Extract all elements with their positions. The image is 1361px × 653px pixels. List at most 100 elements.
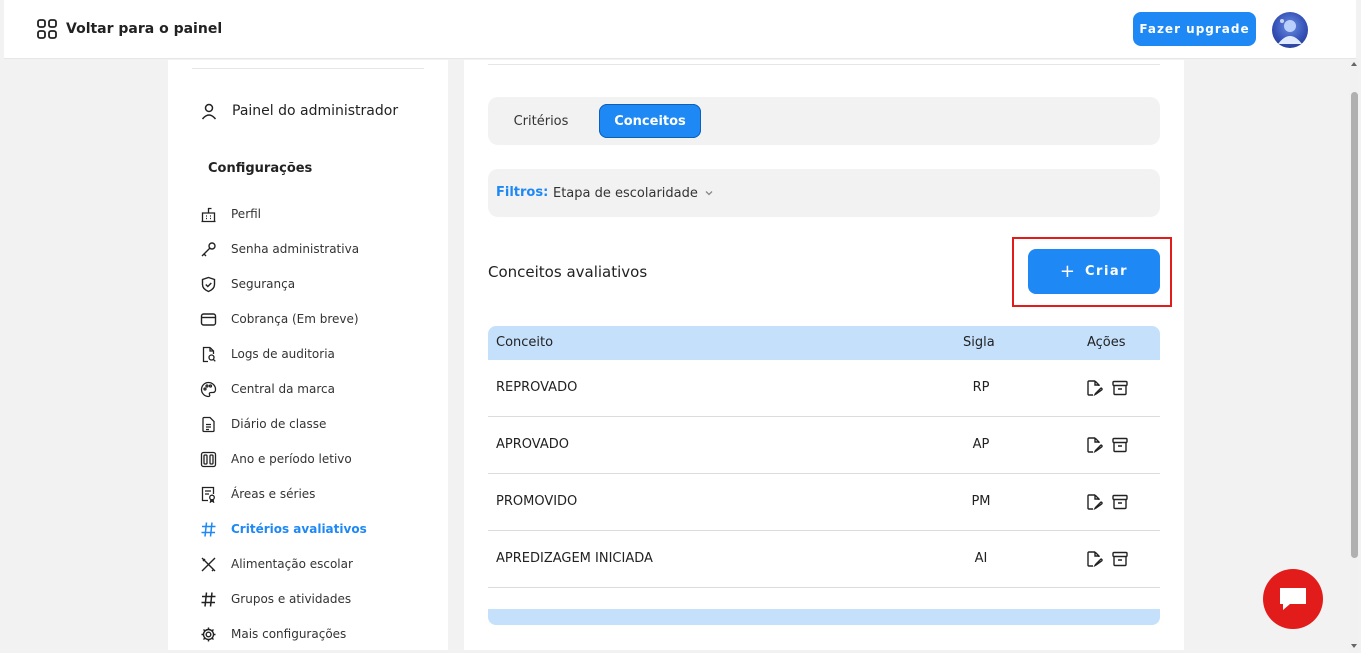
create-button[interactable]: + Criar — [1028, 249, 1160, 294]
gear-icon — [200, 626, 217, 643]
table-row: APREDIZAGEM INICIADA AI — [488, 531, 1160, 588]
document-search-icon — [200, 346, 217, 363]
cell-conceito: REPROVADO — [496, 380, 578, 395]
grid-icon — [37, 19, 57, 39]
cell-sigla: AI — [974, 551, 988, 566]
utensils-icon — [200, 556, 217, 573]
wallet-icon — [200, 311, 217, 328]
archive-icon[interactable] — [1111, 493, 1129, 511]
filters-label: Filtros: — [496, 185, 549, 200]
column-header-conceito: Conceito — [496, 335, 554, 350]
sidebar-item-alimentacao-escolar[interactable]: Alimentação escolar — [200, 554, 353, 574]
user-avatar-icon — [1278, 19, 1302, 44]
row-actions — [1085, 379, 1129, 397]
sidebar-item-mais-configuracoes[interactable]: Mais configurações — [200, 624, 346, 644]
sidebar-item-senha-administrativa[interactable]: Senha administrativa — [200, 239, 359, 259]
back-to-dashboard-link[interactable]: Voltar para o painel — [36, 17, 222, 41]
sidebar-item-admin-panel[interactable]: Painel do administrador — [200, 100, 398, 122]
cell-conceito: APREDIZAGEM INICIADA — [496, 551, 653, 566]
tab-conceitos[interactable]: Conceitos — [599, 104, 701, 138]
sidebar-item-label: Logs de auditoria — [231, 347, 335, 361]
sidebar-item-diario-de-classe[interactable]: Diário de classe — [200, 414, 326, 434]
avatar[interactable] — [1272, 12, 1308, 48]
top-bar: Voltar para o painel Fazer upgrade — [4, 0, 1356, 59]
sidebar-item-ano-e-periodo-letivo[interactable]: Ano e período letivo — [200, 449, 352, 469]
sidebar-item-perfil[interactable]: Perfil — [200, 204, 261, 224]
cell-conceito: APROVADO — [496, 437, 569, 452]
scrollbar-thumb[interactable] — [1351, 92, 1358, 558]
section-title: Conceitos avaliativos — [488, 263, 648, 281]
archive-icon[interactable] — [1111, 436, 1129, 454]
back-to-dashboard-label: Voltar para o painel — [66, 21, 223, 37]
plus-icon: + — [1059, 260, 1075, 282]
sidebar-item-label: Mais configurações — [231, 627, 347, 641]
cell-sigla: PM — [971, 494, 991, 509]
sidebar-item-seguranca[interactable]: Segurança — [200, 274, 295, 294]
palette-icon — [200, 381, 217, 398]
sidebar-item-label: Diário de classe — [231, 417, 327, 431]
sidebar-item-label: Áreas e séries — [231, 487, 316, 501]
calendar-columns-icon — [200, 451, 217, 468]
create-button-label: Criar — [1085, 264, 1129, 279]
sidebar-item-criterios-avaliativos[interactable]: Critérios avaliativos — [200, 519, 367, 539]
hash-icon — [200, 521, 217, 538]
table-footer — [488, 609, 1160, 625]
upgrade-button[interactable]: Fazer upgrade — [1133, 12, 1256, 46]
sidebar-item-label: Senha administrativa — [231, 242, 360, 256]
column-header-acoes: Ações — [1087, 335, 1126, 350]
archive-icon[interactable] — [1111, 550, 1129, 568]
filters-bar: Filtros: Etapa de escolaridade — [488, 169, 1160, 217]
shield-icon — [200, 276, 217, 293]
sidebar-item-cobranca[interactable]: Cobrança (Em breve) — [200, 309, 359, 329]
certificate-icon — [200, 486, 217, 503]
edit-icon[interactable] — [1085, 493, 1103, 511]
tab-bar: Critérios Conceitos — [488, 97, 1160, 145]
stage-filter-dropdown[interactable]: Etapa de escolaridade — [553, 183, 714, 203]
sidebar-item-label: Painel do administrador — [232, 103, 399, 119]
cell-sigla: AP — [972, 437, 990, 452]
sidebar-item-label: Ano e período letivo — [231, 452, 352, 466]
table-row: REPROVADO RP — [488, 360, 1160, 417]
tab-criterios[interactable]: Critérios — [500, 104, 582, 138]
edit-icon[interactable] — [1085, 379, 1103, 397]
key-icon — [200, 241, 217, 258]
sidebar-item-label: Alimentação escolar — [231, 557, 353, 571]
sidebar-item-grupos-e-atividades[interactable]: Grupos e atividades — [200, 589, 351, 609]
row-actions — [1085, 493, 1129, 511]
chat-button[interactable] — [1263, 569, 1323, 629]
main-divider — [488, 64, 1160, 65]
archive-icon[interactable] — [1111, 379, 1129, 397]
sidebar-item-label: Grupos e atividades — [231, 592, 352, 606]
cell-conceito: PROMOVIDO — [496, 494, 578, 509]
sidebar-item-label: Central da marca — [231, 382, 335, 396]
sidebar-item-label: Perfil — [231, 207, 262, 221]
main-panel: Critérios Conceitos Filtros: Etapa de es… — [464, 60, 1184, 650]
table-row: PROMOVIDO PM — [488, 474, 1160, 531]
sidebar-item-logs-de-auditoria[interactable]: Logs de auditoria — [200, 344, 335, 364]
edit-icon[interactable] — [1085, 436, 1103, 454]
concepts-table: Conceito Sigla Ações REPROVADO RP APROVA… — [488, 326, 1160, 588]
stage-filter-label: Etapa de escolaridade — [553, 185, 698, 201]
scroll-down-arrow-icon[interactable] — [1351, 644, 1357, 648]
row-actions — [1085, 550, 1129, 568]
sidebar-section-title: Configurações — [208, 161, 313, 176]
sidebar: Painel do administrador Configurações Pe… — [168, 60, 448, 650]
sidebar-item-areas-e-series[interactable]: Áreas e séries — [200, 484, 315, 504]
edit-icon[interactable] — [1085, 550, 1103, 568]
sidebar-item-label: Critérios avaliativos — [231, 522, 367, 536]
hash-icon — [200, 591, 217, 608]
table-row: APROVADO AP — [488, 417, 1160, 474]
sidebar-item-label: Segurança — [231, 277, 296, 291]
column-header-sigla: Sigla — [963, 335, 995, 350]
document-icon — [200, 416, 217, 433]
school-icon — [200, 206, 217, 223]
sidebar-item-central-da-marca[interactable]: Central da marca — [200, 379, 335, 399]
table-header: Conceito Sigla Ações — [488, 326, 1160, 360]
chat-bubble-icon — [1280, 588, 1306, 610]
user-icon — [201, 103, 217, 120]
sidebar-divider — [192, 68, 424, 69]
chevron-down-icon — [705, 191, 713, 196]
sidebar-item-label: Cobrança (Em breve) — [231, 312, 359, 326]
row-actions — [1085, 436, 1129, 454]
scroll-up-arrow-icon[interactable] — [1351, 62, 1357, 66]
